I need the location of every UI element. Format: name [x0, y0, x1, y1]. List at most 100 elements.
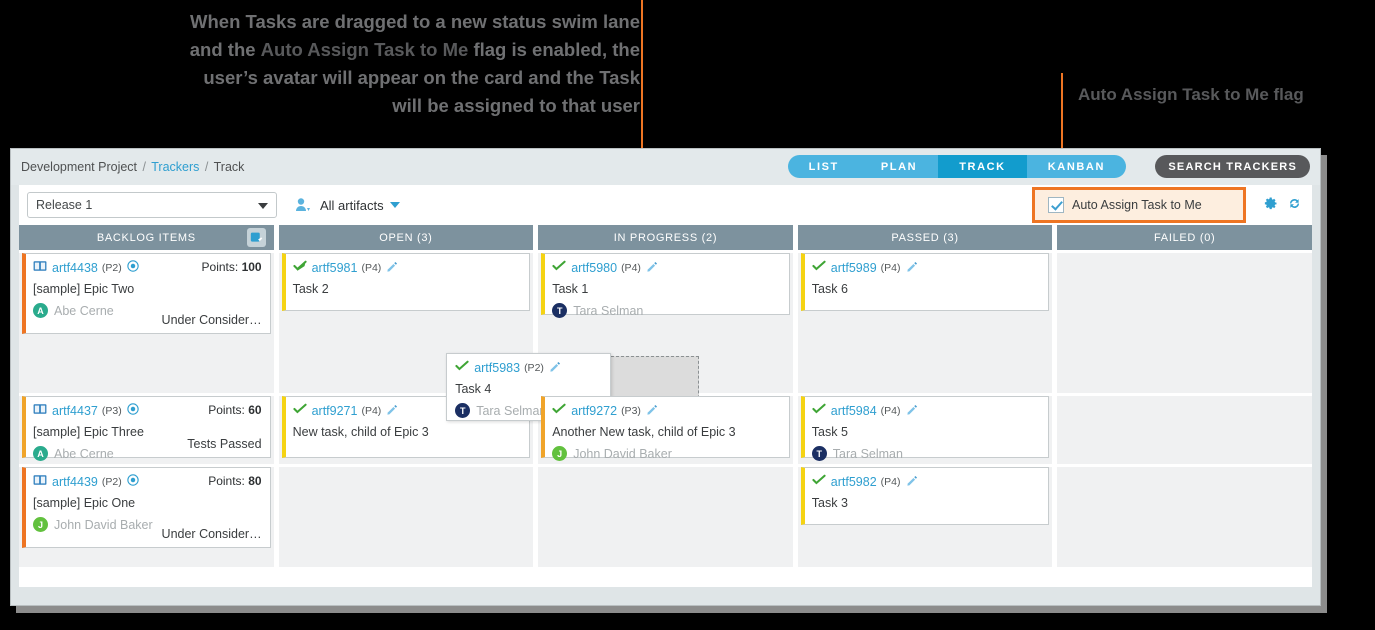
- card-title: [sample] Epic Two: [33, 282, 135, 296]
- open-lane-3: [278, 467, 534, 567]
- card-id-link[interactable]: artf5984: [831, 404, 877, 418]
- column-header-passed: PASSED (3): [797, 225, 1053, 250]
- column-backlog: BACKLOG ITEMS artf4438 (P2) Points: 100 …: [19, 225, 274, 587]
- target-icon[interactable]: [127, 260, 139, 275]
- inprogress-lane-2: artf9272 (P3) Another New task, child of…: [538, 396, 793, 464]
- card-id-link[interactable]: artf9272: [571, 404, 617, 418]
- tab-track[interactable]: TRACK: [938, 155, 1027, 178]
- avatar: J: [552, 446, 568, 461]
- card-priority: (P2): [101, 261, 122, 274]
- backlog-edit-icon[interactable]: [246, 228, 266, 247]
- card-artf4438[interactable]: artf4438 (P2) Points: 100 [sample] Epic …: [22, 253, 271, 334]
- annotation-line-1: When Tasks are dragged to a new status s…: [190, 11, 640, 32]
- pencil-icon[interactable]: [906, 260, 918, 275]
- assignee-name: Abe Cerne: [54, 446, 114, 461]
- assignee-name: Abe Cerne: [54, 303, 114, 318]
- card-artf5982[interactable]: artf5982 (P4) Task 3: [800, 467, 1050, 525]
- kanban-board: BACKLOG ITEMS artf4438 (P2) Points: 100 …: [19, 225, 1312, 587]
- backlog-lane-3: artf4439 (P2) Points: 80 [sample] Epic O…: [19, 467, 274, 567]
- filter-bar: Release 1 All artifacts Auto Assign Task…: [19, 185, 1312, 225]
- failed-lane-3: [1057, 467, 1312, 567]
- card-artf5981[interactable]: artf5981 (P4) Task 2: [281, 253, 531, 311]
- card-header: artf5980 (P4): [552, 260, 781, 275]
- board-columns: BACKLOG ITEMS artf4438 (P2) Points: 100 …: [19, 225, 1312, 587]
- annotation-left-text: When Tasks are dragged to a new status s…: [120, 8, 640, 120]
- card-points: Points: 80: [208, 474, 262, 488]
- card-header: artf5984 (P4): [812, 403, 1041, 418]
- pencil-icon[interactable]: [906, 403, 918, 418]
- card-priority: (P3): [101, 404, 122, 417]
- card-title: [sample] Epic One: [33, 496, 136, 510]
- avatar: A: [33, 303, 48, 318]
- pencil-icon[interactable]: [549, 360, 561, 375]
- auto-assign-label: Auto Assign Task to Me: [1072, 198, 1202, 212]
- card-artf9272[interactable]: artf9272 (P3) Another New task, child of…: [541, 396, 790, 461]
- pencil-icon[interactable]: [646, 260, 658, 275]
- card-points: Points: 60: [208, 403, 262, 417]
- passed-lane-1: artf5989 (P4) Task 6: [797, 253, 1053, 393]
- breadcrumb-separator-2: /: [204, 160, 209, 174]
- card-id-link[interactable]: artf9271: [312, 404, 358, 418]
- leader-line-left: [641, 0, 643, 106]
- card-artf5984[interactable]: artf5984 (P4) Task 5 T Tara Selman: [800, 396, 1050, 461]
- card-id-link[interactable]: artf4439: [52, 475, 98, 489]
- card-id-link[interactable]: artf4437: [52, 404, 98, 418]
- card-id-link[interactable]: artf5989: [831, 261, 877, 275]
- backlog-lane-1: artf4438 (P2) Points: 100 [sample] Epic …: [19, 253, 274, 393]
- card-id-link[interactable]: artf5980: [571, 261, 617, 275]
- assignee-name: John David Baker: [573, 446, 672, 461]
- view-tabs: LIST PLAN TRACK KANBAN: [787, 155, 1126, 178]
- card-artf5980[interactable]: artf5980 (P4) Task 1 T Tara Selman: [541, 253, 790, 318]
- people-filter-icon[interactable]: [295, 197, 313, 213]
- card-artf4439[interactable]: artf4439 (P2) Points: 80 [sample] Epic O…: [22, 467, 271, 548]
- card-header: artf5989 (P4): [812, 260, 1041, 275]
- card-priority: (P4): [621, 261, 641, 274]
- backlog-lane-2: artf4437 (P3) Points: 60 [sample] Epic T…: [19, 396, 274, 464]
- pencil-icon[interactable]: [906, 474, 918, 489]
- all-artifacts-dropdown[interactable]: All artifacts: [320, 198, 400, 213]
- book-icon: [33, 403, 47, 418]
- card-id-link[interactable]: artf5983: [474, 361, 520, 375]
- column-header-in-progress: IN PROGRESS (2): [538, 225, 793, 250]
- card-header: artf9272 (P3): [552, 403, 781, 418]
- auto-assign-checkbox[interactable]: [1048, 197, 1064, 213]
- card-status: Tests Passed: [187, 437, 262, 451]
- card-status: Under Consider…: [161, 313, 262, 327]
- card-priority: (P4): [361, 404, 382, 417]
- inprogress-lane-1: artf5980 (P4) Task 1 T Tara Selman artf5…: [446, 253, 793, 421]
- tab-plan[interactable]: PLAN: [860, 155, 938, 178]
- card-header: artf5982 (P4): [812, 474, 1041, 489]
- card-id-link[interactable]: artf5981: [312, 261, 358, 275]
- column-title: FAILED (0): [1153, 231, 1216, 244]
- annotation-line-3: user’s avatar will appear on the card an…: [203, 67, 640, 88]
- assignee-name: Tara Selman: [476, 403, 547, 418]
- tab-kanban[interactable]: KANBAN: [1027, 155, 1126, 178]
- pencil-icon[interactable]: [386, 260, 398, 275]
- card-id-link[interactable]: artf5982: [831, 475, 877, 489]
- refresh-icon[interactable]: [1287, 196, 1302, 216]
- card-artf5989[interactable]: artf5989 (P4) Task 6: [800, 253, 1050, 311]
- search-trackers-button[interactable]: SEARCH TRACKERS: [1155, 155, 1310, 178]
- target-icon[interactable]: [127, 474, 139, 489]
- column-title: BACKLOG ITEMS: [96, 231, 196, 244]
- check-icon: [292, 403, 307, 418]
- card-assignee: T Tara Selman: [552, 303, 781, 318]
- gear-icon[interactable]: [1263, 196, 1278, 216]
- pencil-icon[interactable]: [386, 403, 398, 418]
- card-id-link[interactable]: artf4438: [52, 261, 98, 275]
- card-assignee: J John David Baker: [552, 446, 781, 461]
- breadcrumb-separator-1: /: [142, 160, 146, 174]
- card-title: Task 5: [811, 425, 848, 439]
- card-artf4437[interactable]: artf4437 (P3) Points: 60 [sample] Epic T…: [22, 396, 271, 461]
- tab-list[interactable]: LIST: [788, 155, 860, 178]
- target-icon[interactable]: [127, 403, 139, 418]
- chevron-down-icon: [258, 203, 268, 209]
- failed-lane-1: [1057, 253, 1312, 393]
- release-select[interactable]: Release 1: [27, 192, 277, 218]
- breadcrumb-trackers-link[interactable]: Trackers: [151, 160, 199, 174]
- pencil-icon[interactable]: [646, 403, 658, 418]
- card-title: Another New task, child of Epic 3: [552, 425, 736, 439]
- avatar: T: [455, 403, 471, 418]
- app-window: Development Project / Trackers / Track L…: [10, 148, 1321, 606]
- card-priority: (P4): [880, 404, 901, 417]
